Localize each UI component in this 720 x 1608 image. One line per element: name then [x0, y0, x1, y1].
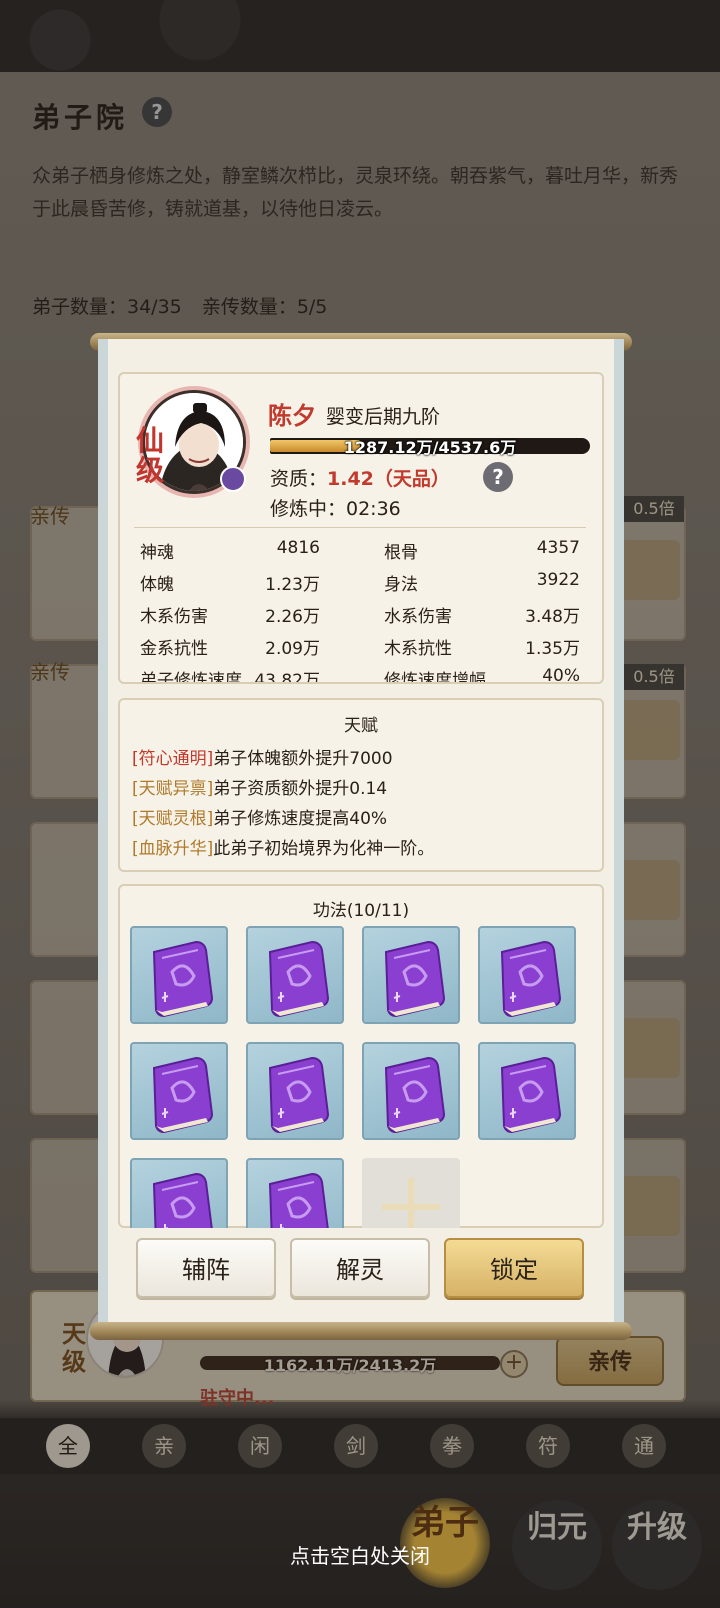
skill-book-icon[interactable]	[362, 926, 460, 1024]
stat-label: 弟子修炼速度	[140, 671, 242, 682]
stat-label: 体魄	[140, 575, 174, 595]
close-hint[interactable]: 点击空白处关闭	[0, 1540, 720, 1569]
stat-row: 水系伤害 3.48万	[384, 602, 580, 632]
stat-label: 根骨	[384, 543, 418, 563]
skill-book-icon[interactable]	[130, 1158, 228, 1228]
stat-row: 弟子修炼速度 43.82万	[140, 666, 320, 682]
disciple-name: 陈夕	[268, 402, 316, 430]
disciple-realm: 婴变后期九阶	[326, 406, 441, 428]
talent-text: 弟子修炼速度提高40%	[213, 809, 388, 829]
stat-label: 木系伤害	[140, 607, 208, 627]
stat-row: 木系抗性 1.35万	[384, 634, 580, 664]
stat-row: 体魄 1.23万	[140, 570, 320, 600]
stat-row: 身法 3922	[384, 570, 580, 600]
grade-label: 仙级	[136, 424, 165, 487]
stat-value: 4357	[536, 538, 580, 558]
stat-value: 3.48万	[525, 607, 580, 627]
skill-book-icon[interactable]	[246, 1042, 344, 1140]
talent-item: [符心通明]弟子体魄额外提升7000	[132, 744, 393, 769]
stat-label: 水系伤害	[384, 607, 452, 627]
aptitude-value: 1.42（天品）	[327, 468, 450, 490]
stat-label: 身法	[384, 575, 418, 595]
skill-book-icon[interactable]	[246, 1158, 344, 1228]
skills-title: 功法(10/11)	[312, 901, 410, 921]
skill-book-icon[interactable]	[130, 1042, 228, 1140]
skill-book-icon[interactable]	[362, 1042, 460, 1140]
release-button[interactable]: 解灵	[290, 1238, 430, 1298]
stat-label: 金系抗性	[140, 639, 208, 659]
talent-tag: [天赋灵根]	[132, 809, 214, 829]
stat-value: 4816	[276, 538, 320, 558]
stat-value: 40%	[542, 666, 580, 682]
divider	[134, 527, 586, 528]
skill-book-icon[interactable]	[246, 926, 344, 1024]
aptitude-row: 资质：1.42（天品）	[270, 464, 450, 491]
stat-row: 金系抗性 2.09万	[140, 634, 320, 664]
stat-value: 43.82万	[254, 671, 320, 682]
assist-button[interactable]: 辅阵	[136, 1238, 276, 1298]
stat-row: 木系伤害 2.26万	[140, 602, 320, 632]
skill-book-icon[interactable]	[130, 926, 228, 1024]
add-skill-slot[interactable]	[362, 1158, 460, 1228]
talent-text: 弟子体魄额外提升7000	[213, 749, 393, 769]
talent-title: 天赋	[344, 716, 378, 736]
talent-tag: [符心通明]	[132, 749, 214, 769]
stat-value: 2.09万	[265, 639, 320, 659]
talent-tag: [血脉升华]	[132, 839, 214, 859]
stat-row: 修炼速度增幅 40%	[384, 666, 580, 682]
stat-label: 木系抗性	[384, 639, 452, 659]
talent-text: 此弟子初始境界为化神一阶。	[213, 839, 435, 859]
talent-text: 弟子资质额外提升0.14	[213, 779, 388, 799]
exp-text: 1287.12万/4537.6万	[343, 438, 517, 457]
stat-label: 修炼速度增幅	[384, 671, 486, 682]
stat-row: 神魂 4816	[140, 538, 320, 568]
scroll-bottom-rod	[90, 1322, 632, 1340]
talent-tag: [天赋异禀]	[132, 779, 214, 799]
stat-value: 3922	[536, 570, 580, 590]
talent-item: [天赋灵根]弟子修炼速度提高40%	[132, 804, 387, 829]
skill-book-icon[interactable]	[478, 926, 576, 1024]
stat-value: 2.26万	[265, 607, 320, 627]
talent-item: [天赋异禀]弟子资质额外提升0.14	[132, 774, 387, 799]
training-status: 修炼中：02:36	[270, 498, 401, 520]
stats-list[interactable]: 神魂 4816 根骨 4357 体魄 1.23万 身法 3922 木系伤害 2.26万 水…	[134, 538, 586, 682]
stat-value: 1.23万	[265, 575, 320, 595]
lock-button[interactable]: 锁定	[444, 1238, 584, 1298]
stat-row: 根骨 4357	[384, 538, 580, 568]
aptitude-label: 资质：	[270, 468, 328, 490]
stat-value: 1.35万	[525, 639, 580, 659]
skill-book-icon[interactable]	[478, 1042, 576, 1140]
element-icon	[220, 466, 246, 492]
talent-item: [血脉升华]此弟子初始境界为化神一阶。	[132, 834, 434, 859]
aptitude-help-icon[interactable]: ?	[483, 462, 513, 492]
stat-label: 神魂	[140, 543, 174, 563]
